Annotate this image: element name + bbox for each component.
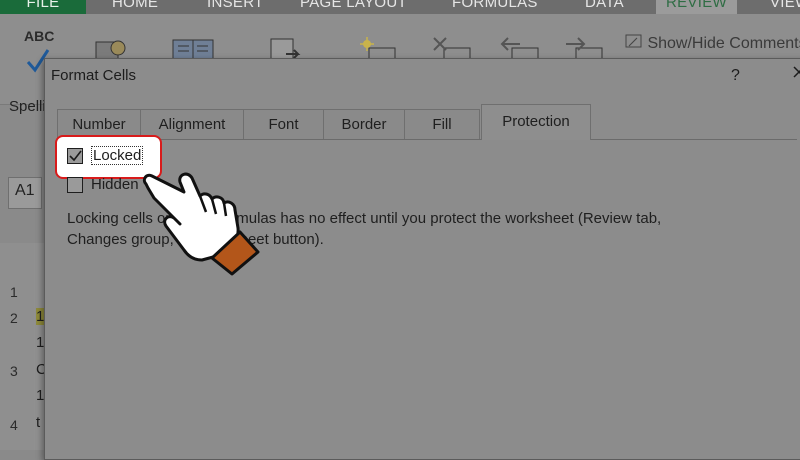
tab-fill[interactable]: Fill bbox=[404, 109, 480, 139]
tab-insert[interactable]: INSERT bbox=[207, 0, 264, 14]
tab-formulas[interactable]: FORMULAS bbox=[452, 0, 538, 14]
cell-fragment[interactable]: t bbox=[36, 414, 40, 431]
pointing-hand-icon bbox=[142, 172, 260, 276]
show-hide-comments-label: Show/Hide Comments bbox=[647, 35, 800, 52]
locked-label: Locked bbox=[91, 146, 144, 165]
tab-protection[interactable]: Protection bbox=[481, 104, 591, 140]
tab-font[interactable]: Font bbox=[243, 109, 324, 139]
tab-data[interactable]: DATA bbox=[585, 0, 624, 14]
cell-fragment[interactable]: 1 bbox=[36, 308, 44, 325]
comment-icon bbox=[625, 34, 642, 48]
close-button[interactable] bbox=[793, 65, 800, 83]
name-box[interactable]: A1 bbox=[8, 177, 42, 209]
ribbon-tab-bar: FILE HOME INSERT PAGE LAYOUT FORMULAS DA… bbox=[0, 0, 800, 14]
hidden-checkbox[interactable] bbox=[67, 177, 83, 193]
tab-file[interactable]: FILE bbox=[0, 0, 86, 14]
row-headers: 1 2 3 4 bbox=[0, 243, 35, 450]
dialog-title: Format Cells bbox=[51, 67, 137, 84]
row-header[interactable]: 1 bbox=[10, 284, 18, 300]
tab-home[interactable]: HOME bbox=[112, 0, 158, 14]
dialog-tab-bar: Number Alignment Font Border Fill Protec… bbox=[57, 104, 797, 140]
spelling-abc-text: ABC bbox=[24, 28, 55, 44]
show-hide-comments-button[interactable]: Show/Hide Comments bbox=[625, 34, 800, 53]
tab-page-layout[interactable]: PAGE LAYOUT bbox=[300, 0, 407, 14]
help-button[interactable]: ? bbox=[731, 67, 740, 85]
locked-checkbox[interactable] bbox=[67, 148, 83, 164]
row-header[interactable]: 3 bbox=[10, 363, 18, 379]
row-header[interactable]: 2 bbox=[10, 310, 18, 326]
tab-review[interactable]: REVIEW bbox=[656, 0, 737, 14]
hidden-label: Hidden bbox=[91, 176, 139, 193]
tab-border[interactable]: Border bbox=[323, 109, 405, 139]
checkmark-icon bbox=[69, 150, 82, 162]
row-header[interactable]: 4 bbox=[10, 417, 18, 433]
close-icon bbox=[793, 66, 800, 78]
tab-view[interactable]: VIEW bbox=[770, 0, 800, 14]
